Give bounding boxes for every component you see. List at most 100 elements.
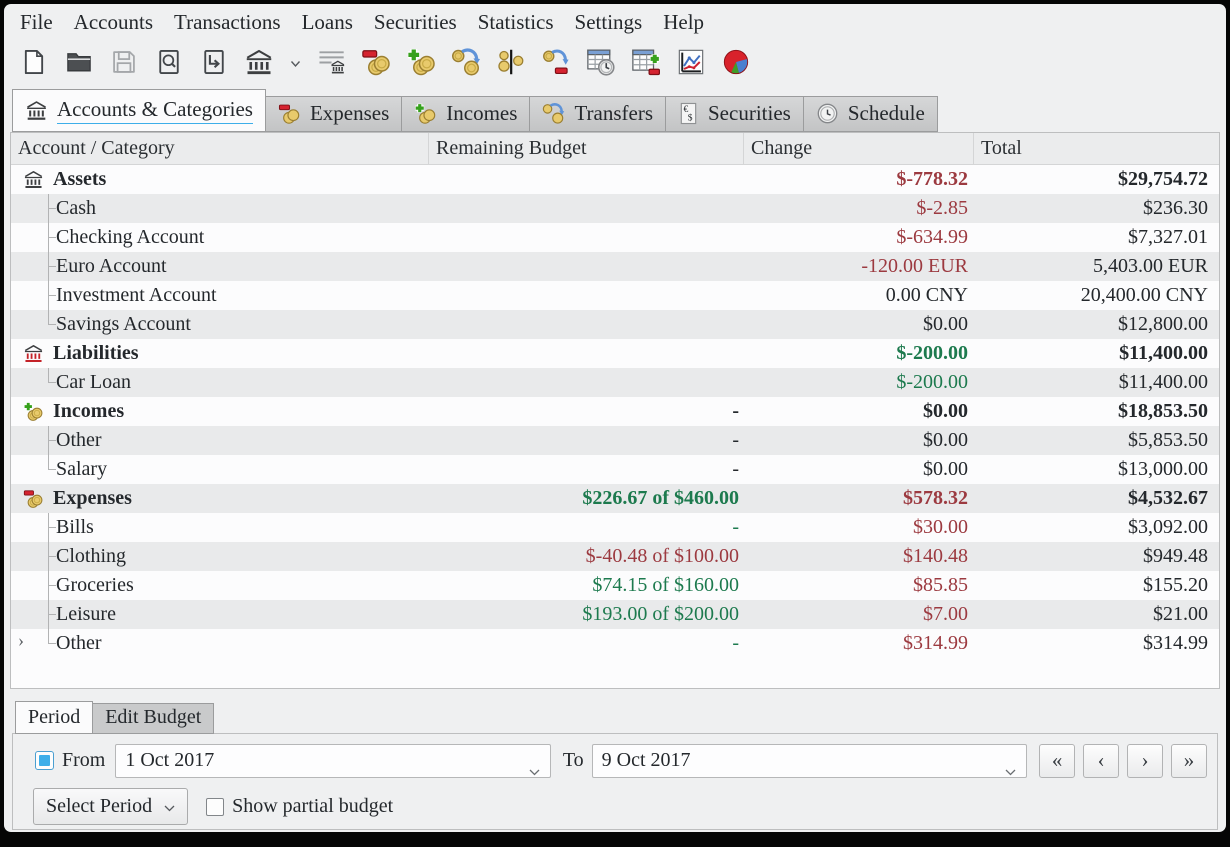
table-row[interactable]: Salary - $0.00 $13,000.00 — [11, 455, 1219, 484]
table-row[interactable]: Savings Account $0.00 $12,800.00 — [11, 310, 1219, 339]
chevron-down-icon — [529, 759, 540, 782]
tree-branch — [23, 600, 56, 629]
table-row[interactable]: Leisure $193.00 of $200.00 $7.00 $21.00 — [11, 600, 1219, 629]
show-partial-budget-checkbox[interactable] — [206, 798, 224, 816]
new-account-button[interactable] — [243, 48, 275, 80]
menu-item-file[interactable]: File — [20, 10, 53, 35]
column-header-total[interactable]: Total — [974, 133, 1219, 164]
table-body: Assets $-778.32 $29,754.72 Cash $-2.85 $… — [11, 165, 1219, 658]
column-header-account-category[interactable]: Account / Category — [11, 133, 429, 164]
import-export-button[interactable] — [198, 48, 230, 80]
account-list-button[interactable] — [315, 48, 347, 80]
pie-chart-button[interactable] — [720, 48, 752, 80]
print-preview-button[interactable] — [153, 48, 185, 80]
line-chart-icon — [677, 48, 705, 81]
first-period-button[interactable]: « — [1039, 744, 1075, 778]
change-cell: -120.00 EUR — [744, 252, 974, 281]
date-range-row: From 1 Oct 2017 To 9 Oct 2017 « ‹ › » — [35, 743, 1207, 778]
transfer-coin-icon — [542, 102, 565, 125]
expense-icon — [23, 488, 45, 509]
row-label: Assets — [53, 168, 106, 191]
table-row[interactable]: Cash $-2.85 $236.30 — [11, 194, 1219, 223]
new-account-dropdown[interactable] — [288, 48, 302, 80]
table-row[interactable]: Clothing $-40.48 of $100.00 $140.48 $949… — [11, 542, 1219, 571]
chevron-down-icon — [290, 55, 301, 73]
bank-icon — [25, 99, 48, 122]
table-row[interactable]: Investment Account 0.00 CNY 20,400.00 CN… — [11, 281, 1219, 310]
remaining-budget-cell — [429, 339, 744, 368]
account-name-cell: Bills — [11, 513, 429, 542]
account-name-cell: Euro Account — [11, 252, 429, 281]
next-period-button[interactable]: › — [1127, 744, 1163, 778]
bank-icon — [23, 169, 45, 190]
menu-item-loans[interactable]: Loans — [302, 10, 353, 35]
change-cell: $0.00 — [744, 455, 974, 484]
table-row[interactable]: Assets $-778.32 $29,754.72 — [11, 165, 1219, 194]
menu-item-transactions[interactable]: Transactions — [174, 10, 281, 35]
select-period-dropdown[interactable]: Select Period — [33, 788, 188, 825]
from-date-combobox[interactable]: 1 Oct 2017 — [115, 744, 551, 778]
row-label: Bills — [56, 516, 94, 539]
tree-branch — [23, 513, 56, 542]
tree-branch — [23, 223, 56, 252]
account-name-cell: Investment Account — [11, 281, 429, 310]
tab-edit-budget[interactable]: Edit Budget — [92, 703, 214, 734]
previous-period-button[interactable]: ‹ — [1083, 744, 1119, 778]
table-row[interactable]: Bills - $30.00 $3,092.00 — [11, 513, 1219, 542]
total-cell: $11,400.00 — [974, 368, 1219, 397]
tab-securities[interactable]: €$ Securities — [665, 96, 804, 132]
menu-item-statistics[interactable]: Statistics — [478, 10, 554, 35]
select-period-label: Select Period — [46, 795, 152, 818]
column-header-remaining-budget[interactable]: Remaining Budget — [429, 133, 744, 164]
chart-button[interactable] — [675, 48, 707, 80]
account-name-cell: Savings Account — [11, 310, 429, 339]
new-file-button[interactable] — [18, 48, 50, 80]
row-label: Car Loan — [56, 371, 131, 394]
new-expense-button[interactable] — [360, 48, 392, 80]
total-cell: $314.99 — [974, 629, 1219, 658]
tree-branch — [23, 310, 56, 339]
tab-schedule[interactable]: Schedule — [803, 96, 938, 132]
table-row[interactable]: Incomes - $0.00 $18,853.50 — [11, 397, 1219, 426]
new-income-button[interactable] — [405, 48, 437, 80]
last-period-button[interactable]: » — [1171, 744, 1207, 778]
tab-expenses[interactable]: Expenses — [265, 96, 402, 132]
tab-label: Transfers — [574, 101, 653, 126]
table-row[interactable]: Euro Account -120.00 EUR 5,403.00 EUR — [11, 252, 1219, 281]
tab-transfers[interactable]: Transfers — [529, 96, 666, 132]
table-row[interactable]: ›Other - $314.99 $314.99 — [11, 629, 1219, 658]
total-cell: $155.20 — [974, 571, 1219, 600]
total-cell: $3,092.00 — [974, 513, 1219, 542]
tab-period[interactable]: Period — [15, 701, 93, 734]
table-row[interactable]: Liabilities $-200.00 $11,400.00 — [11, 339, 1219, 368]
table-row[interactable]: Checking Account $-634.99 $7,327.01 — [11, 223, 1219, 252]
tab-label: Expenses — [310, 101, 389, 126]
to-date-combobox[interactable]: 9 Oct 2017 — [592, 744, 1028, 778]
new-refund-button[interactable] — [540, 48, 572, 80]
total-cell: $21.00 — [974, 600, 1219, 629]
new-transfer-button[interactable] — [450, 48, 482, 80]
from-checkbox[interactable] — [35, 751, 54, 770]
remaining-budget-cell — [429, 194, 744, 223]
edit-budget-button[interactable] — [630, 48, 662, 80]
menu-item-accounts[interactable]: Accounts — [74, 10, 153, 35]
column-header-change[interactable]: Change — [744, 133, 974, 164]
tab-accounts-categories[interactable]: Accounts & Categories — [12, 89, 266, 132]
account-name-cell: Leisure — [11, 600, 429, 629]
open-file-button[interactable] — [63, 48, 95, 80]
table-row[interactable]: Expenses $226.67 of $460.00 $578.32 $4,5… — [11, 484, 1219, 513]
save-button[interactable] — [108, 48, 140, 80]
table-row[interactable]: Groceries $74.15 of $160.00 $85.85 $155.… — [11, 571, 1219, 600]
menu-item-settings[interactable]: Settings — [575, 10, 643, 35]
account-name-cell: Checking Account — [11, 223, 429, 252]
remaining-budget-cell — [429, 310, 744, 339]
scheduled-transactions-button[interactable] — [585, 48, 617, 80]
tab-incomes[interactable]: Incomes — [401, 96, 530, 132]
split-transaction-button[interactable] — [495, 48, 527, 80]
menu-item-help[interactable]: Help — [663, 10, 704, 35]
menu-item-securities[interactable]: Securities — [374, 10, 457, 35]
total-cell: $13,000.00 — [974, 455, 1219, 484]
table-row[interactable]: Other - $0.00 $5,853.50 — [11, 426, 1219, 455]
table-row[interactable]: Car Loan $-200.00 $11,400.00 — [11, 368, 1219, 397]
row-label: Euro Account — [56, 255, 167, 278]
